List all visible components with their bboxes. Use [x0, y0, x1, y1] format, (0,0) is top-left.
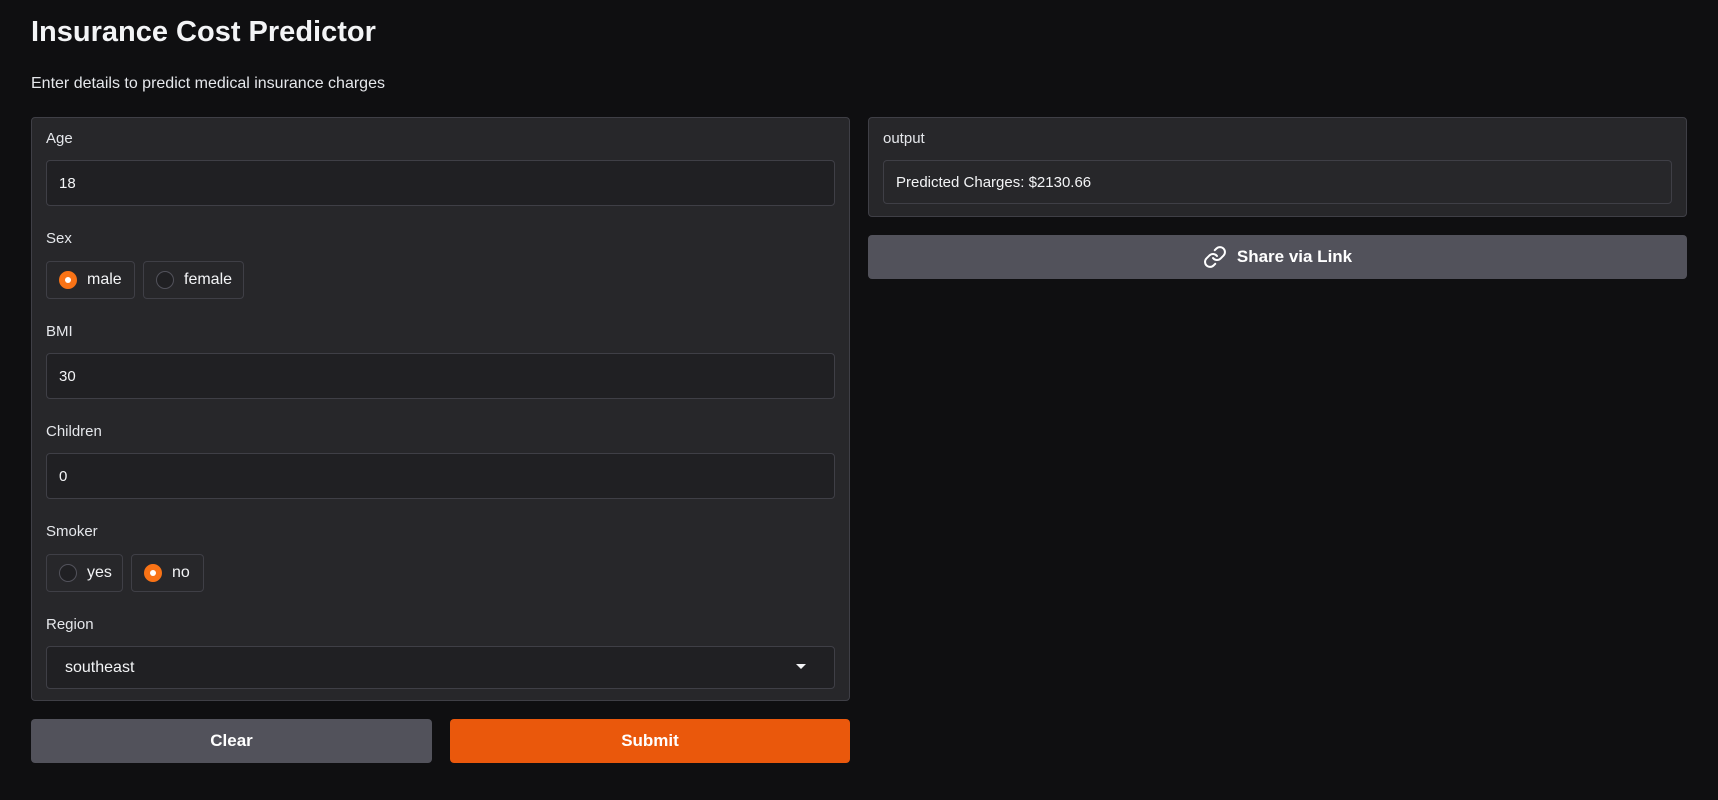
children-input[interactable]: [46, 453, 835, 499]
clear-button[interactable]: Clear: [31, 719, 432, 763]
radio-checked-icon: [144, 564, 162, 582]
output-label: output: [883, 130, 925, 147]
link-icon: [1203, 245, 1227, 269]
region-dropdown[interactable]: southeast: [46, 646, 835, 689]
smoker-option-no[interactable]: no: [131, 554, 204, 592]
share-via-link-label: Share via Link: [1236, 247, 1353, 266]
share-via-link-button[interactable]: Share via Link: [868, 235, 1687, 279]
smoker-label: Smoker: [46, 523, 98, 540]
region-selected-value: southeast: [65, 658, 135, 676]
age-input[interactable]: [46, 160, 835, 206]
page-title: Insurance Cost Predictor: [31, 16, 376, 48]
smoker-option-no-label: no: [172, 564, 190, 581]
page-description: Enter details to predict medical insuran…: [31, 75, 385, 92]
sex-option-female-label: female: [184, 271, 233, 288]
smoker-option-yes-label: yes: [87, 564, 112, 581]
chevron-down-icon: [796, 664, 806, 669]
app-page: Insurance Cost Predictor Enter details t…: [0, 0, 1718, 800]
output-textbox[interactable]: Predicted Charges: $2130.66: [883, 160, 1672, 204]
bmi-label: BMI: [46, 323, 73, 340]
radio-checked-icon: [59, 271, 77, 289]
region-label: Region: [46, 616, 94, 633]
radio-unchecked-icon: [156, 271, 174, 289]
output-panel: output Predicted Charges: $2130.66: [868, 117, 1687, 217]
bmi-input[interactable]: [46, 353, 835, 399]
output-value: Predicted Charges: $2130.66: [896, 173, 1092, 191]
input-panel: Age Sex male female BMI Children Smoker …: [31, 117, 850, 701]
sex-option-male[interactable]: male: [46, 261, 135, 299]
smoker-option-yes[interactable]: yes: [46, 554, 123, 592]
age-label: Age: [46, 130, 73, 147]
sex-option-male-label: male: [87, 271, 122, 288]
radio-unchecked-icon: [59, 564, 77, 582]
sex-label: Sex: [46, 230, 72, 247]
submit-button[interactable]: Submit: [450, 719, 850, 763]
children-label: Children: [46, 423, 102, 440]
sex-option-female[interactable]: female: [143, 261, 244, 299]
